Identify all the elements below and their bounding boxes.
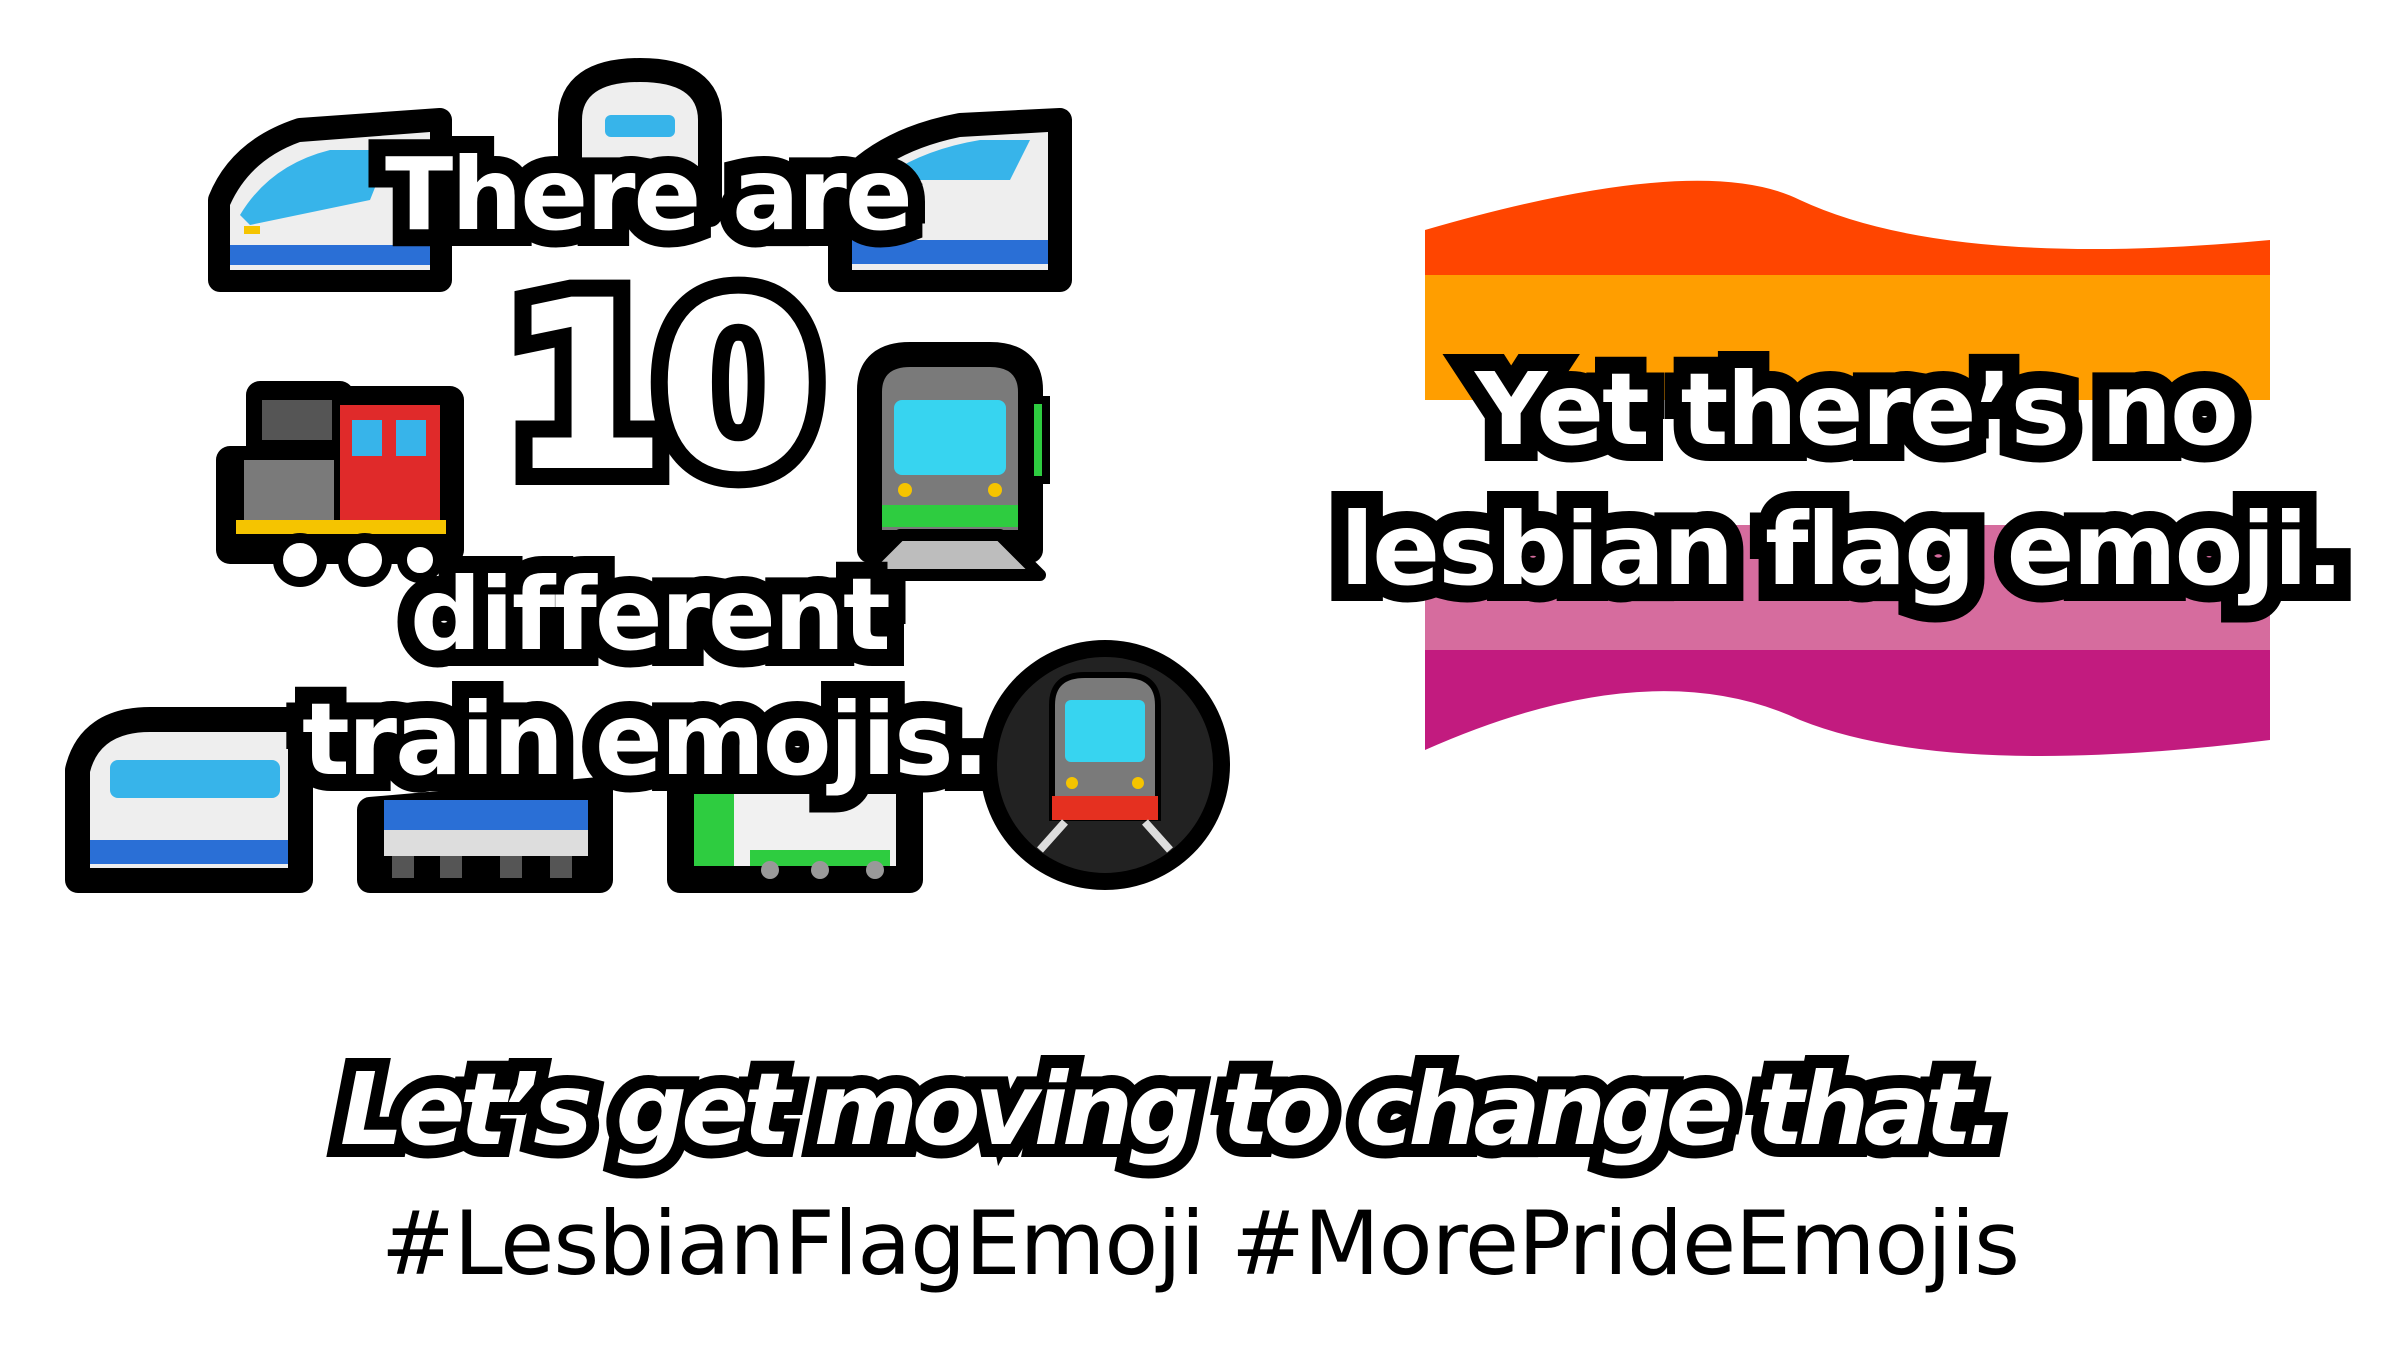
flag-caption-line2: lesbian flag emoji. — [1323, 483, 2361, 617]
headline-line1: There are — [368, 128, 930, 262]
headline-line4: train emojis. — [285, 673, 1007, 807]
flag-caption-line1: Yet there’s no — [1458, 343, 2256, 477]
headline-line3: different — [393, 548, 908, 682]
slogan: Let’s get moving to change that. — [327, 1047, 2018, 1173]
hashtags: #LesbianFlagEmoji #MorePrideEmojis — [380, 1192, 2020, 1295]
headline-number: 10 — [488, 251, 837, 524]
